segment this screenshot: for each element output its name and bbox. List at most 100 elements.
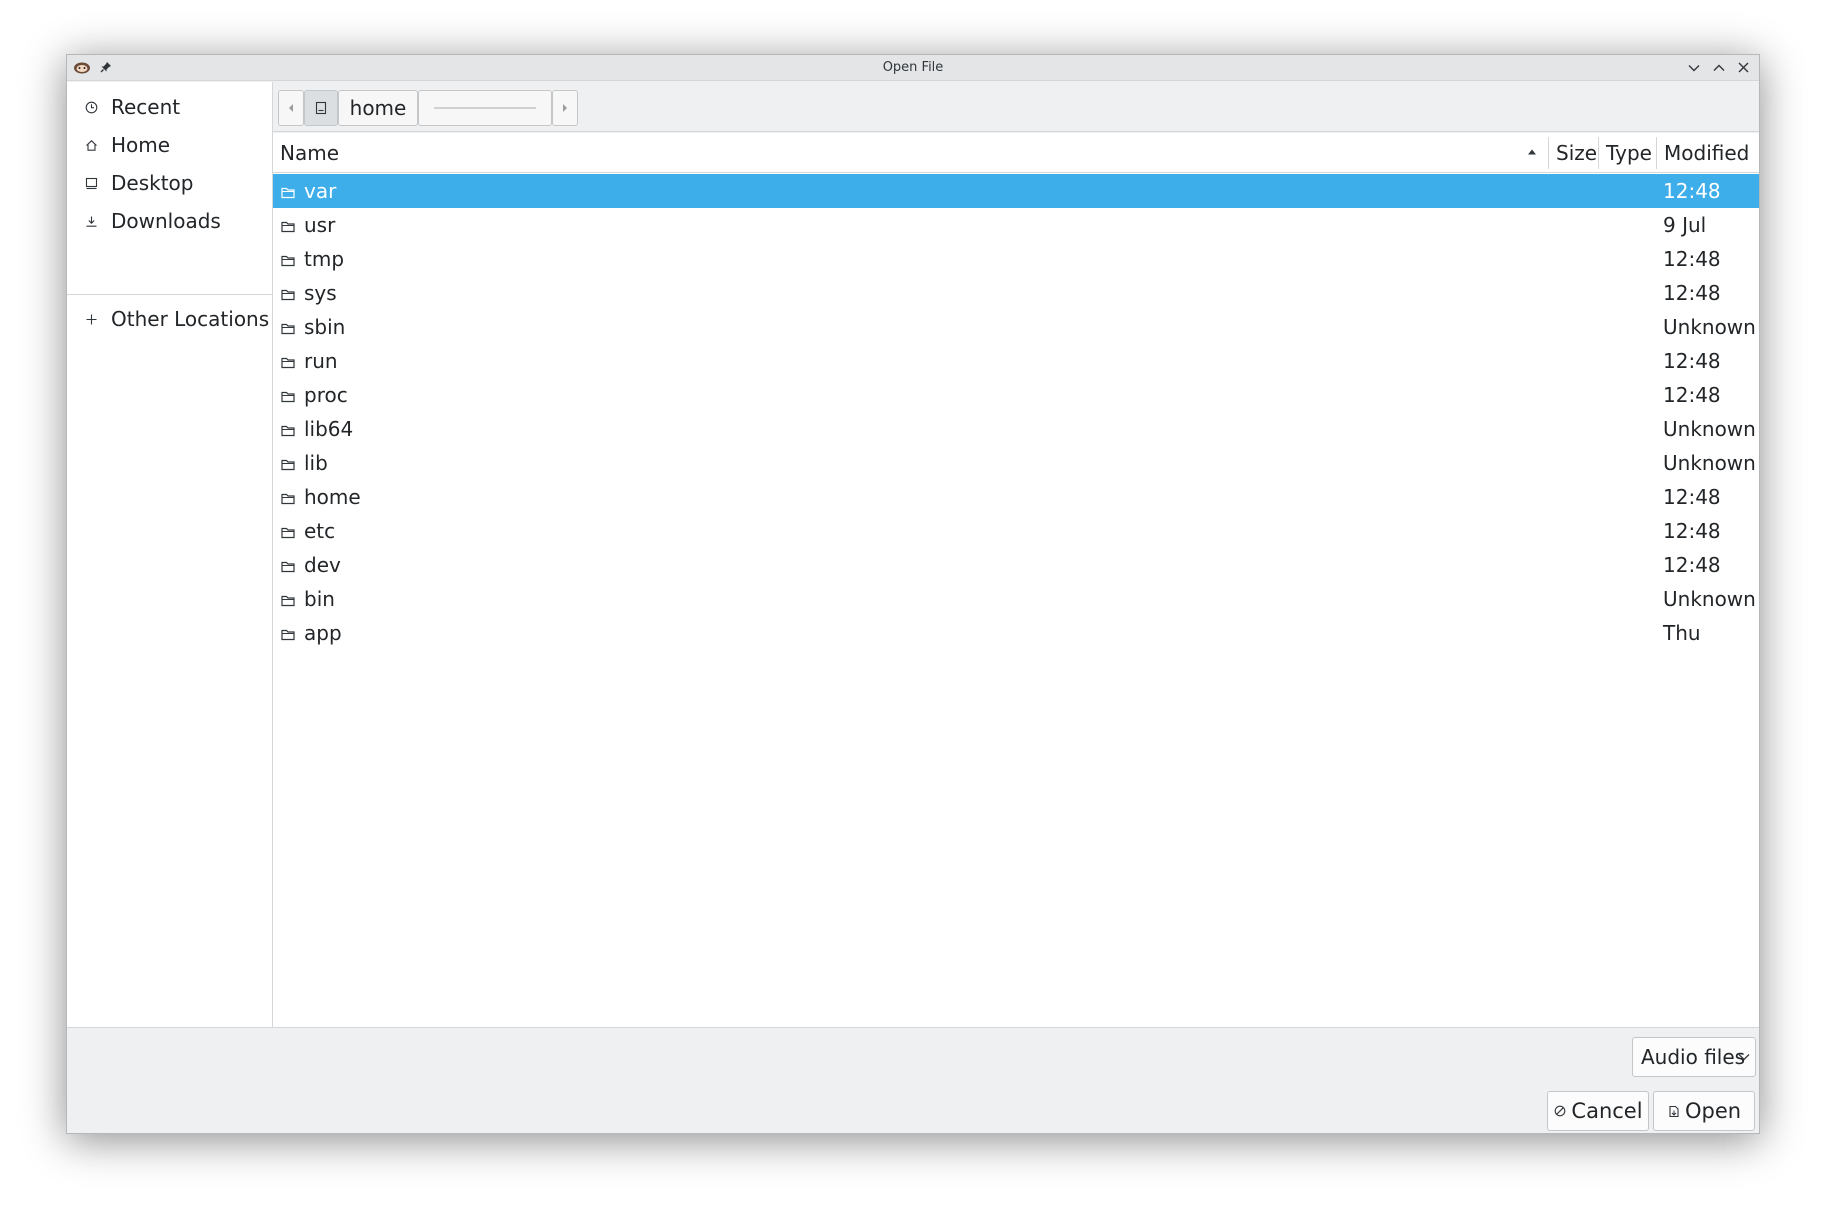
cancel-button-label: Cancel xyxy=(1571,1099,1643,1123)
file-modified: 12:48 xyxy=(1663,485,1721,509)
file-modified: 12:48 xyxy=(1663,519,1721,543)
file-modified: 12:48 xyxy=(1663,179,1721,203)
chevron-down-icon xyxy=(1688,64,1699,71)
file-name: proc xyxy=(304,383,348,407)
sidebar-item-label: Downloads xyxy=(111,209,221,233)
file-name: sbin xyxy=(304,315,346,339)
file-name: etc xyxy=(304,519,336,543)
file-modified: 12:48 xyxy=(1663,247,1721,271)
sidebar-item-desktop[interactable]: Desktop xyxy=(67,166,272,200)
places-sidebar: Recent Home Desktop Downloads Other Loca… xyxy=(67,82,273,1027)
folder-icon xyxy=(280,590,296,607)
cancel-button[interactable]: Cancel xyxy=(1547,1091,1649,1131)
sidebar-item-label: Recent xyxy=(111,95,181,119)
file-name: run xyxy=(304,349,338,373)
file-modified: Unknown xyxy=(1663,587,1756,611)
column-header-size[interactable]: Size xyxy=(1549,133,1598,173)
sidebar-item-label: Other Locations xyxy=(111,307,270,331)
file-type-filter[interactable]: Audio files xyxy=(1632,1037,1756,1077)
table-row[interactable]: home 12:48 xyxy=(273,480,1759,514)
file-type-filter-value: Audio files xyxy=(1641,1045,1746,1069)
file-modified: Unknown xyxy=(1663,417,1756,441)
column-header-type[interactable]: Type xyxy=(1599,133,1656,173)
close-button[interactable] xyxy=(1734,58,1753,77)
file-modified: Thu xyxy=(1663,621,1701,645)
file-name: dev xyxy=(304,553,341,577)
home-icon xyxy=(81,135,101,155)
file-modified: 12:48 xyxy=(1663,383,1721,407)
folder-icon xyxy=(280,522,296,539)
folder-icon xyxy=(280,624,296,641)
minimize-button[interactable] xyxy=(1684,58,1703,77)
folder-icon xyxy=(280,386,296,403)
file-modified: Unknown xyxy=(1663,315,1756,339)
sidebar-item-label: Home xyxy=(111,133,171,157)
file-list[interactable]: Name Size Type Modified var 12:48 usr 9 Jul… xyxy=(273,133,1759,1027)
path-scroll-left-button[interactable] xyxy=(278,90,304,126)
arrow-left-icon xyxy=(289,104,293,112)
document-open-icon xyxy=(1667,1104,1681,1118)
table-row[interactable]: sys 12:48 xyxy=(273,276,1759,310)
path-segment-label: home xyxy=(349,96,407,120)
sidebar-item-recent[interactable]: Recent xyxy=(67,90,272,124)
table-row[interactable]: app Thu xyxy=(273,616,1759,650)
download-icon xyxy=(81,211,101,231)
file-modified: 9 Jul xyxy=(1663,213,1707,237)
file-name: lib xyxy=(304,451,328,475)
file-name: tmp xyxy=(304,247,345,271)
title-bar[interactable]: Open File xyxy=(67,55,1759,81)
open-button-label: Open xyxy=(1684,1099,1742,1123)
path-scroll-right-button[interactable] xyxy=(552,90,578,126)
table-row[interactable]: lib64 Unknown xyxy=(273,412,1759,446)
maximize-button[interactable] xyxy=(1709,58,1728,77)
file-modified: Unknown xyxy=(1663,451,1756,475)
file-name: sys xyxy=(304,281,337,305)
table-row[interactable]: tmp 12:48 xyxy=(273,242,1759,276)
chevron-up-icon xyxy=(1713,64,1724,71)
table-row[interactable]: sbin Unknown xyxy=(273,310,1759,344)
table-row[interactable]: bin Unknown xyxy=(273,582,1759,616)
table-row[interactable]: proc 12:48 xyxy=(273,378,1759,412)
window-title: Open File xyxy=(882,60,944,75)
folder-icon xyxy=(280,420,296,437)
table-row[interactable]: usr 9 Jul xyxy=(273,208,1759,242)
folder-icon xyxy=(280,250,296,267)
plus-icon xyxy=(81,309,101,329)
sort-ascending-icon xyxy=(1528,149,1536,155)
desktop-icon xyxy=(81,173,101,193)
folder-icon xyxy=(280,488,296,505)
sidebar-item-home[interactable]: Home xyxy=(67,128,272,162)
path-root-button[interactable] xyxy=(304,90,338,126)
column-header-row: Name Size Type Modified xyxy=(273,133,1759,173)
file-name: var xyxy=(304,179,337,203)
file-name: app xyxy=(304,621,342,645)
clock-icon xyxy=(81,97,101,117)
table-row[interactable]: etc 12:48 xyxy=(273,514,1759,548)
file-modified: 12:48 xyxy=(1663,281,1721,305)
column-header-name[interactable]: Name xyxy=(273,133,1548,173)
file-modified: 12:48 xyxy=(1663,553,1721,577)
table-row[interactable]: lib Unknown xyxy=(273,446,1759,480)
table-row[interactable]: run 12:48 xyxy=(273,344,1759,378)
folder-icon xyxy=(280,216,296,233)
path-segment-current[interactable] xyxy=(418,90,552,126)
sidebar-item-other-locations[interactable]: Other Locations xyxy=(67,302,272,336)
column-header-modified[interactable]: Modified xyxy=(1657,133,1759,173)
file-modified: 12:48 xyxy=(1663,349,1721,373)
file-name: bin xyxy=(304,587,335,611)
table-row[interactable]: dev 12:48 xyxy=(273,548,1759,582)
close-icon xyxy=(1738,62,1749,73)
cancel-icon xyxy=(1553,1104,1567,1118)
path-segment-home[interactable]: home xyxy=(338,90,418,126)
sidebar-item-downloads[interactable]: Downloads xyxy=(67,204,272,238)
path-bar: home xyxy=(273,82,1759,132)
arrow-right-icon xyxy=(563,104,567,112)
open-button[interactable]: Open xyxy=(1653,1091,1755,1131)
sidebar-separator xyxy=(67,294,272,295)
chevron-down-icon xyxy=(1738,1054,1750,1061)
table-row[interactable]: var 12:48 xyxy=(273,174,1759,208)
file-name: lib64 xyxy=(304,417,354,441)
folder-icon xyxy=(280,352,296,369)
file-name: usr xyxy=(304,213,336,237)
sidebar-item-label: Desktop xyxy=(111,171,194,195)
